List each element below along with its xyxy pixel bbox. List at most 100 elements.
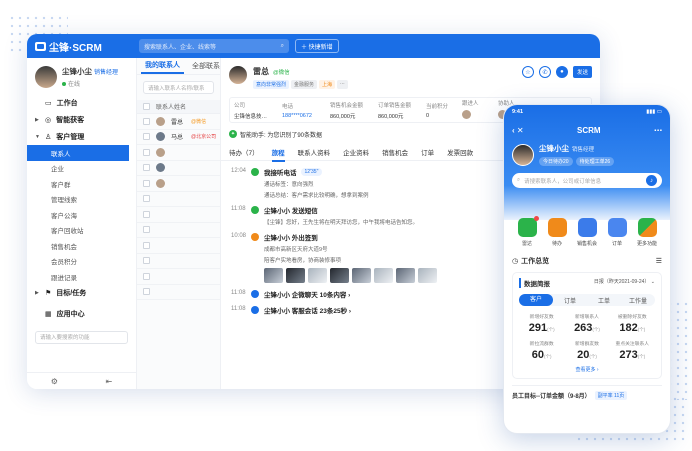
sidebar-subitem-contacts[interactable]: 联系人 bbox=[27, 145, 129, 161]
stat-item[interactable]: 新增联系人 263(个) bbox=[564, 313, 609, 334]
segment-tickets[interactable]: 工单 bbox=[587, 296, 621, 305]
call-duration-badge[interactable]: 12'35" bbox=[300, 168, 323, 176]
select-all-checkbox[interactable] bbox=[143, 103, 150, 110]
segment-workload[interactable]: 工作量 bbox=[621, 296, 655, 305]
quick-add-button[interactable]: ＋ 快捷新增 bbox=[295, 39, 339, 53]
tab-contact-profile[interactable]: 联系人资料 bbox=[298, 147, 331, 157]
photo-thumbnail[interactable] bbox=[264, 268, 283, 283]
microphone-icon[interactable]: ♪ bbox=[646, 175, 657, 186]
sidebar-subitem-recycle[interactable]: 客户回收站 bbox=[27, 223, 136, 239]
tab-all-contacts[interactable]: 全部联系 bbox=[184, 61, 220, 74]
record-icon[interactable]: ● bbox=[555, 66, 568, 78]
photo-thumbnail[interactable] bbox=[330, 268, 349, 283]
stat-item[interactable]: 新增群友数 20(个) bbox=[564, 340, 609, 361]
more-tags-icon[interactable]: ⋯ bbox=[337, 80, 349, 89]
row-checkbox[interactable] bbox=[143, 257, 150, 265]
more-icon[interactable]: ⋯ bbox=[654, 126, 662, 135]
sidebar-subitem-groups[interactable]: 客户群 bbox=[27, 176, 136, 192]
row-checkbox[interactable] bbox=[143, 272, 150, 280]
stat-item[interactable]: 新增好友数 291(个) bbox=[519, 313, 564, 334]
table-row[interactable] bbox=[137, 161, 220, 176]
sidebar-subitem-public-pool[interactable]: 客户公海 bbox=[27, 207, 136, 223]
contact-search-input[interactable]: 请输入联系人名称/联系 bbox=[143, 81, 214, 94]
checkin-icon bbox=[251, 233, 259, 241]
tab-opportunities[interactable]: 销售机会 bbox=[382, 147, 408, 157]
stat-item[interactable]: 被删除好友数 182(个) bbox=[610, 313, 655, 334]
segment-orders[interactable]: 订单 bbox=[553, 296, 587, 305]
stat-item[interactable]: 新拉流群数 60(个) bbox=[519, 340, 564, 361]
row-checkbox[interactable] bbox=[143, 164, 150, 172]
table-row[interactable] bbox=[137, 238, 220, 254]
row-checkbox[interactable] bbox=[143, 241, 150, 249]
sidebar-item-acquisition[interactable]: ▶ ◎ 智能获客 bbox=[35, 111, 136, 128]
app-todo[interactable]: 待办 bbox=[544, 218, 570, 247]
segment-customers[interactable]: 客户 bbox=[519, 294, 553, 306]
ticket-count-chip[interactable]: 待处理工单26 bbox=[575, 157, 615, 166]
tab-my-contacts[interactable]: 我的联系人 bbox=[141, 60, 184, 74]
sidebar-item-workbench[interactable]: ▭ 工作台 bbox=[35, 94, 136, 111]
row-checkbox[interactable] bbox=[143, 117, 150, 125]
table-row[interactable]: 雷总 @微信 bbox=[137, 114, 220, 130]
table-row[interactable] bbox=[137, 254, 220, 269]
filter-icon[interactable]: ☰ bbox=[656, 257, 662, 265]
global-search-input[interactable]: 搜索联系人、企业、线索等 ⌕ bbox=[139, 39, 289, 53]
app-orders[interactable]: 订单 bbox=[604, 218, 630, 247]
mobile-search-input[interactable]: ⌕ 请搜索联系人，公司或订单信息 ♪ bbox=[512, 173, 662, 188]
row-checkbox[interactable] bbox=[143, 226, 150, 234]
sidebar-item-customers[interactable]: ▼ ♙ 客户管理 bbox=[35, 128, 136, 145]
search-icon[interactable]: ⌕ bbox=[281, 43, 284, 50]
date-range-select[interactable]: 日报（昨天2021-09-24） ⌄ bbox=[594, 278, 655, 288]
sidebar-subitem-opportunities[interactable]: 销售机会 bbox=[27, 238, 136, 254]
sidebar-subitem-followups[interactable]: 跟进记录 bbox=[27, 269, 136, 285]
row-checkbox[interactable] bbox=[143, 179, 150, 187]
photo-thumbnail[interactable] bbox=[396, 268, 415, 283]
tab-invoices[interactable]: 发票回款 bbox=[447, 147, 473, 157]
row-checkbox[interactable] bbox=[143, 133, 150, 141]
mobile-user[interactable]: 尘锋小尘 销售经理 今日待办20 待处理工单26 bbox=[512, 143, 662, 166]
info-key: 当前积分 bbox=[426, 103, 449, 110]
photo-thumbnail[interactable] bbox=[308, 268, 327, 283]
sidebar-item-goals[interactable]: ▶ ⚑ 目标/任务 bbox=[35, 285, 136, 302]
goal-tag: 副平率 11页 bbox=[594, 391, 628, 400]
star-icon[interactable]: ☆ bbox=[521, 66, 534, 78]
photo-thumbnail[interactable] bbox=[286, 268, 305, 283]
row-checkbox[interactable] bbox=[143, 148, 150, 156]
sidebar-user[interactable]: 尘锋小尘 销售经理 在线 bbox=[27, 58, 136, 94]
table-row[interactable] bbox=[137, 223, 220, 238]
row-checkbox[interactable] bbox=[143, 195, 150, 203]
photo-thumbnail[interactable] bbox=[418, 268, 437, 283]
table-row[interactable] bbox=[137, 145, 220, 161]
row-checkbox[interactable] bbox=[143, 210, 150, 218]
sidebar-subitem-points[interactable]: 会员积分 bbox=[27, 254, 136, 270]
photo-thumbnail[interactable] bbox=[352, 268, 371, 283]
app-more[interactable]: 更多功能 bbox=[634, 218, 660, 247]
table-row[interactable] bbox=[137, 207, 220, 223]
tab-orders[interactable]: 订单 bbox=[421, 147, 434, 157]
phone-icon[interactable]: ✆ bbox=[538, 66, 551, 78]
settings-icon[interactable]: ⚙ bbox=[51, 377, 58, 386]
table-row[interactable]: 马总 @北京公司 bbox=[137, 130, 220, 145]
back-icon[interactable]: ‹ ✕ bbox=[512, 126, 524, 135]
stat-item[interactable]: 重点关注联系人 273(个) bbox=[610, 340, 655, 361]
sidebar-subitem-company[interactable]: 企业 bbox=[27, 161, 136, 177]
employee-goal-header[interactable]: 员工目标--订单金额（9-8月） 副平率 11页 bbox=[512, 385, 662, 400]
tab-todo[interactable]: 待办（7） bbox=[229, 147, 259, 157]
table-row[interactable] bbox=[137, 192, 220, 207]
app-opportunity[interactable]: 销售机会 bbox=[574, 218, 600, 247]
app-radar[interactable]: 雷达 bbox=[514, 216, 540, 247]
table-row[interactable] bbox=[137, 285, 220, 300]
row-checkbox[interactable] bbox=[143, 288, 150, 296]
photo-thumbnail[interactable] bbox=[374, 268, 393, 283]
collapse-icon[interactable]: ⇤ bbox=[106, 377, 113, 386]
todo-count-chip[interactable]: 今日待办20 bbox=[539, 157, 573, 166]
table-row[interactable] bbox=[137, 176, 220, 192]
tab-company-profile[interactable]: 企业资料 bbox=[343, 147, 369, 157]
function-search-input[interactable]: 请输入要搜索的功能 bbox=[35, 330, 128, 344]
table-row[interactable] bbox=[137, 269, 220, 285]
send-button[interactable]: 发送 bbox=[572, 66, 592, 78]
tab-journey[interactable]: 旅程 bbox=[271, 147, 285, 162]
sidebar-subitem-leads[interactable]: 管理线索 bbox=[27, 192, 136, 208]
view-more-link[interactable]: 查看更多 › bbox=[519, 366, 655, 373]
info-value[interactable]: 188****0672 bbox=[282, 113, 330, 119]
sidebar-item-apps[interactable]: ▦ 应用中心 bbox=[35, 306, 136, 323]
